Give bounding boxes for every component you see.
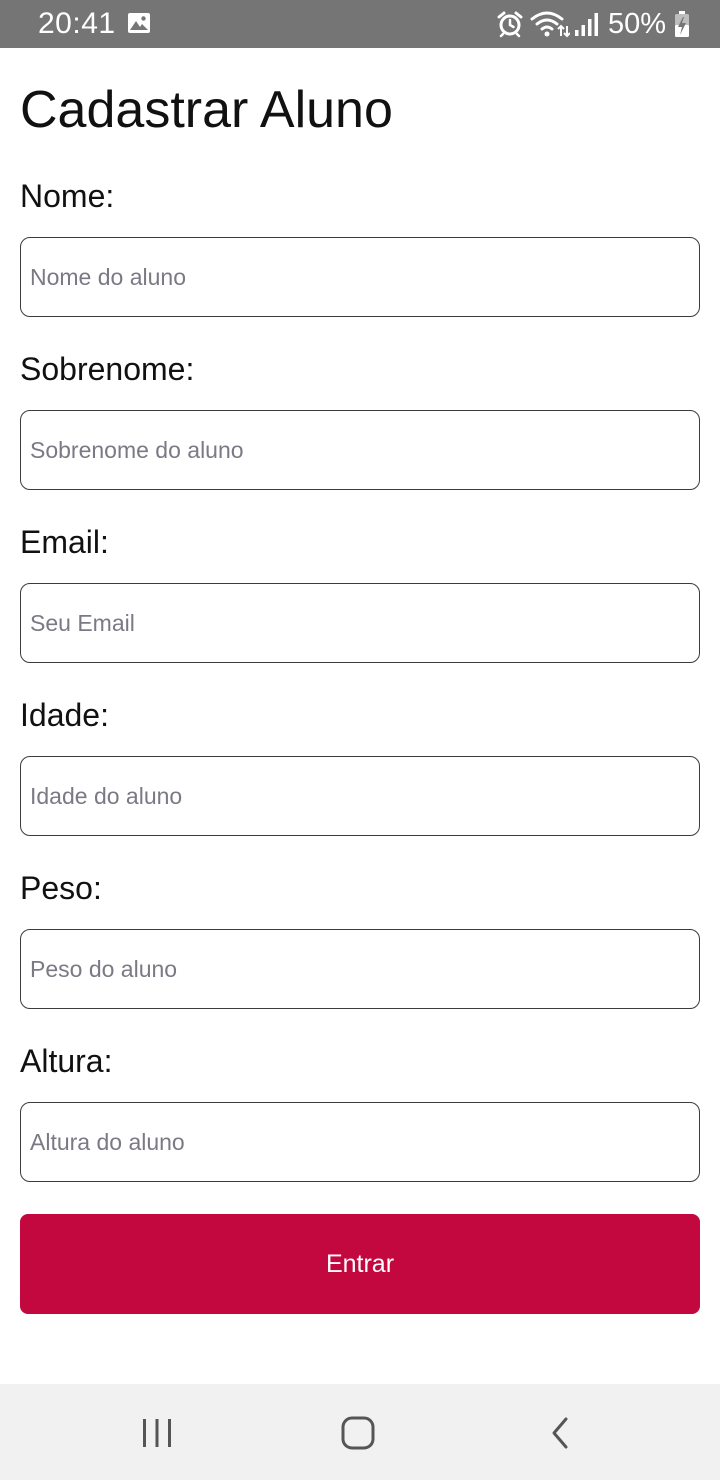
page-title: Cadastrar Aluno [20,81,393,139]
altura-input[interactable] [20,1102,700,1182]
idade-label: Idade: [20,697,109,733]
peso-label: Peso: [20,870,102,906]
signal-icon [574,13,598,36]
back-button[interactable] [530,1412,590,1454]
entrar-button[interactable]: Entrar [20,1214,700,1314]
peso-input[interactable] [20,929,700,1009]
sobrenome-label: Sobrenome: [20,351,195,387]
nome-input[interactable] [20,237,700,317]
altura-label: Altura: [20,1043,113,1079]
alarm-icon [497,11,523,38]
wifi-icon [530,11,570,38]
sobrenome-input[interactable] [20,410,700,490]
navigation-bar [0,1384,720,1480]
email-input[interactable] [20,583,700,663]
battery-percent: 50% [607,8,666,40]
nome-label: Nome: [20,178,115,214]
status-time: 20:41 [38,7,116,40]
gallery-icon [128,13,150,33]
battery-charging-icon [675,11,689,37]
home-button[interactable] [328,1412,388,1454]
email-label: Email: [20,524,109,560]
back-icon [552,1417,568,1449]
status-icons: 50% [496,6,690,42]
status-bar: 20:41 50% [0,0,720,48]
recent-apps-button[interactable] [127,1412,187,1454]
recent-apps-icon [143,1419,171,1447]
home-icon [341,1416,375,1450]
idade-input[interactable] [20,756,700,836]
